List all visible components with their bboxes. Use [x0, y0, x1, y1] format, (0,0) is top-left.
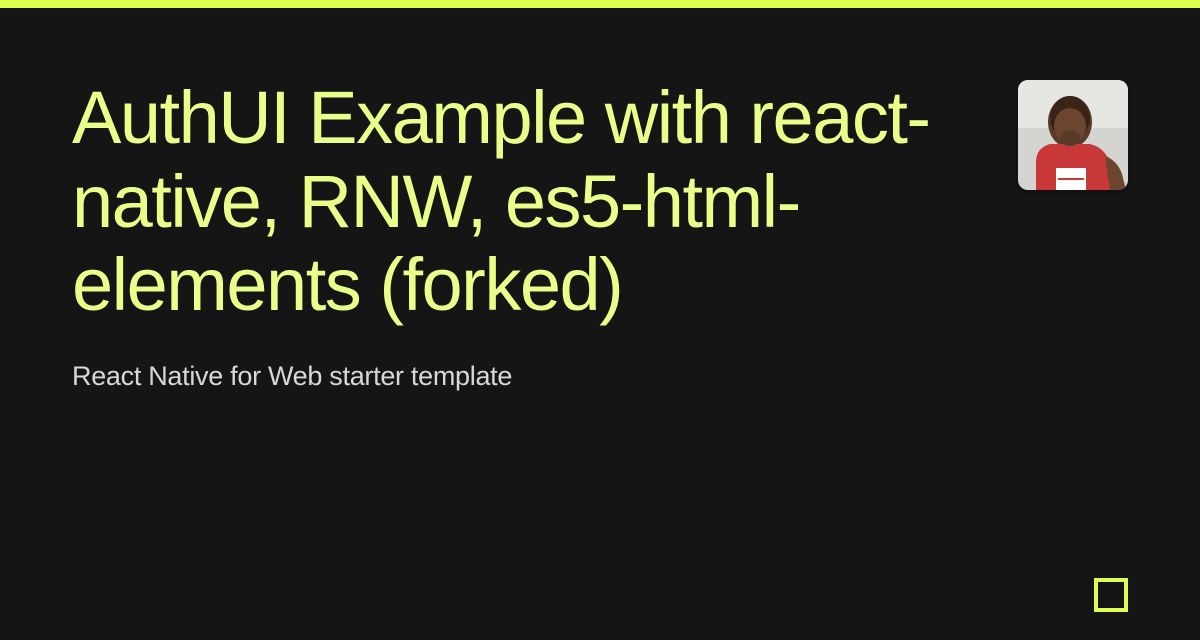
avatar-image — [1018, 80, 1128, 190]
project-subtitle: React Native for Web starter template — [72, 361, 1128, 392]
brand-logo-icon — [1094, 578, 1128, 612]
project-title: AuthUI Example with react-native, RNW, e… — [72, 76, 942, 327]
accent-top-bar — [0, 0, 1200, 8]
user-avatar — [1018, 80, 1128, 190]
main-content: AuthUI Example with react-native, RNW, e… — [0, 8, 1200, 392]
